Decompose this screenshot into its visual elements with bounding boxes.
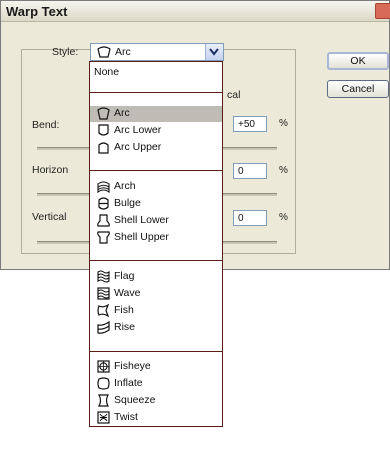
list-item-arch[interactable]: Arch [90,179,222,195]
list-item-label: Fish [114,304,134,316]
vertical-distortion-unit: % [279,212,288,223]
inflate-icon [97,377,110,390]
list-item-label: None [94,66,120,78]
fisheye-icon [97,360,110,373]
list-item-label: Squeeze [114,394,156,406]
bend-input[interactable]: +50 [233,116,267,132]
style-dropdown-list: None Arc Arc Lower Arc Upper Arch Bulge … [89,61,223,427]
twist-icon [97,411,110,424]
list-item-label: Rise [114,321,136,333]
list-item-none[interactable]: None [90,65,222,81]
list-separator [90,351,222,352]
list-item-squeeze[interactable]: Squeeze [90,393,222,409]
list-item-inflate[interactable]: Inflate [90,376,222,392]
bend-unit: % [279,118,288,129]
list-item-label: Arc Upper [114,141,162,153]
arc-lower-icon [98,124,109,136]
list-item-flag[interactable]: Flag [90,269,222,285]
fish-icon [97,304,110,317]
bulge-icon [98,197,109,210]
list-item-fisheye[interactable]: Fisheye [90,359,222,375]
list-item-label: Fisheye [114,360,151,372]
vertical-distortion-input[interactable]: 0 [233,210,267,226]
cancel-button[interactable]: Cancel [327,80,389,98]
style-select[interactable]: Arc [90,43,224,61]
list-item-label: Arc Lower [114,124,162,136]
style-select-value: Arc [115,46,131,58]
arch-icon [97,181,110,193]
list-item-label: Arc [114,107,130,119]
dialog-title: Warp Text [6,4,68,19]
vertical-radio-label: cal [227,89,241,101]
list-item-wave[interactable]: Wave [90,286,222,302]
list-item-label: Shell Lower [114,214,169,226]
rise-icon [97,321,110,334]
list-separator [90,92,222,93]
list-item-arc-lower[interactable]: Arc Lower [90,123,222,139]
arc-icon [97,107,110,120]
list-item-label: Wave [114,287,141,299]
vertical-distortion-label: Vertical [32,211,67,223]
chevron-down-icon[interactable] [205,44,223,60]
list-item-label: Inflate [114,377,143,389]
list-item-rise[interactable]: Rise [90,320,222,336]
arc-upper-icon [98,142,109,154]
list-item-label: Twist [114,411,138,423]
flag-icon [97,270,110,283]
list-item-shell-lower[interactable]: Shell Lower [90,213,222,229]
style-label: Style: [52,46,79,58]
list-item-arc-upper[interactable]: Arc Upper [90,140,222,156]
horizontal-distortion-input[interactable]: 0 [233,163,267,179]
shell-upper-icon [97,231,110,244]
horizontal-distortion-label: Horizon [32,164,69,176]
shell-lower-icon [97,214,110,227]
list-item-label: Shell Upper [114,231,169,243]
wave-icon [97,287,110,300]
squeeze-icon [97,394,110,407]
list-item-fish[interactable]: Fish [90,303,222,319]
list-separator [90,170,222,171]
title-bar[interactable]: Warp Text [1,1,390,22]
list-item-label: Bulge [114,197,141,209]
list-item-bulge[interactable]: Bulge [90,196,222,212]
ok-button[interactable]: OK [327,52,389,70]
list-item-label: Flag [114,270,135,282]
horizontal-distortion-unit: % [279,165,288,176]
list-item-shell-upper[interactable]: Shell Upper [90,230,222,246]
list-separator [90,260,222,261]
list-item-label: Arch [114,180,136,192]
close-button[interactable] [375,3,390,19]
list-item-arc[interactable]: Arc [90,106,222,122]
bend-label: Bend: [32,119,60,131]
list-item-twist[interactable]: Twist [90,410,222,426]
arc-icon [97,46,111,58]
